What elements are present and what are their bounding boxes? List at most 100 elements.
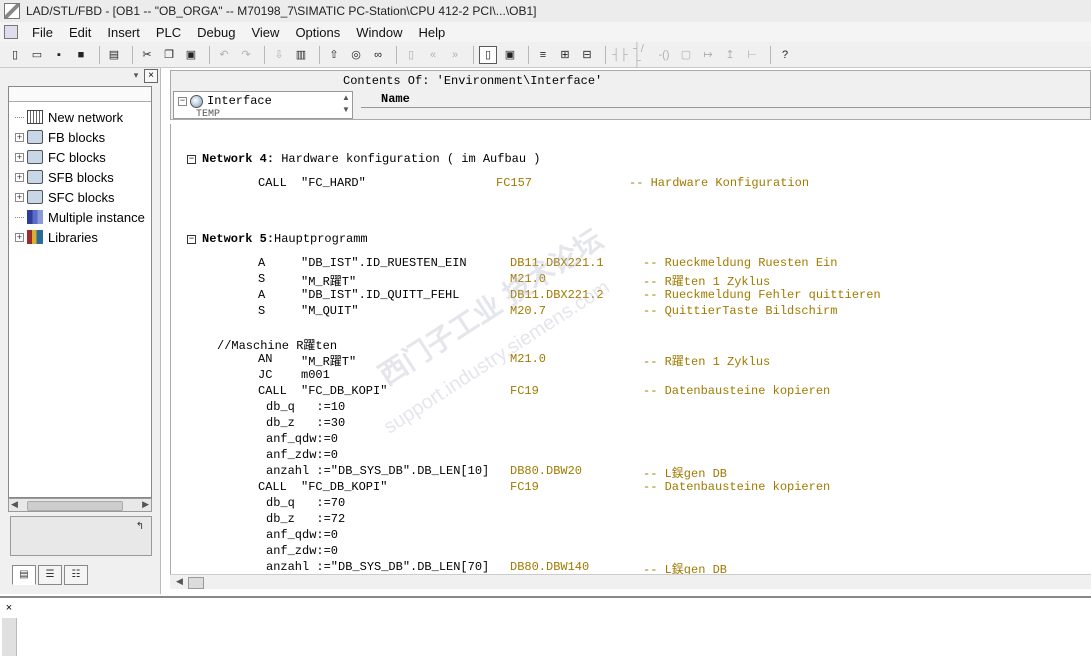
stl-operand: "DB_IST".ID_RUESTEN_EIN (301, 256, 467, 270)
interface-table-header: Name (361, 91, 1091, 108)
branch-end-icon[interactable]: ⊢ (743, 46, 761, 64)
ladder-icon[interactable]: ≡ (534, 46, 552, 64)
collapse-icon[interactable]: − (187, 154, 196, 164)
stl-comment: -- R躍ten 1 Zyklus (643, 275, 771, 289)
stl-address: M20.7 (510, 304, 547, 318)
save-icon[interactable]: ■ (72, 46, 90, 64)
menu-view[interactable]: View (243, 25, 287, 40)
tree-line (15, 116, 24, 118)
scroll-right-icon[interactable]: ▶ (142, 499, 149, 510)
toolbar-separator (264, 45, 265, 64)
interface-root[interactable]: − Interface (178, 94, 272, 108)
code-editor[interactable]: − Network 4 : Hardware konfiguration ( i… (170, 124, 1091, 574)
menu-help[interactable]: Help (411, 25, 454, 40)
tree-horizontal-scrollbar[interactable]: ◀ ▶ (8, 498, 152, 512)
menu-edit[interactable]: Edit (61, 25, 99, 40)
coil-icon[interactable]: -() (655, 46, 673, 64)
prev-network-icon[interactable]: « (424, 46, 442, 64)
glasses-icon[interactable]: ∞ (369, 46, 387, 64)
function-icon[interactable]: ⊟ (578, 46, 596, 64)
stl-comment: -- R躍ten 1 Zyklus (643, 355, 771, 369)
menu-options[interactable]: Options (287, 25, 348, 40)
tree-item-fc-blocks[interactable]: + FC blocks (15, 147, 106, 167)
paste-icon[interactable]: ▣ (182, 46, 200, 64)
tree-item-libraries[interactable]: + Libraries (15, 227, 98, 247)
close-icon[interactable]: × (144, 69, 158, 83)
tab-call-structure[interactable]: ☰ (38, 565, 62, 585)
scroll-thumb[interactable] (188, 577, 204, 589)
tree-item-multiple-instance[interactable]: Multiple instance (15, 207, 145, 227)
stl-address: DB80.DBW140 (510, 560, 590, 574)
undo-icon[interactable]: ↶ (215, 46, 233, 64)
help-icon[interactable]: ? (776, 46, 794, 64)
insert-network-icon[interactable]: ▯ (402, 46, 420, 64)
info-toggle-icon[interactable]: ↰ (131, 519, 149, 535)
menu-file[interactable]: File (24, 25, 61, 40)
box-icon[interactable]: ▢ (677, 46, 695, 64)
menu-debug[interactable]: Debug (189, 25, 243, 40)
redo-icon[interactable]: ↷ (237, 46, 255, 64)
stl-operand: "DB_IST".ID_QUITT_FEHL (301, 288, 460, 302)
column-name[interactable]: Name (381, 92, 410, 106)
contact-nc-icon[interactable]: ┤/├ (633, 43, 651, 67)
open-branch-icon[interactable]: ↦ (699, 46, 717, 64)
open-icon[interactable]: ▭ (28, 46, 46, 64)
stl-line-comment: //Maschine R躍ten (217, 339, 338, 353)
collapse-icon[interactable]: − (178, 96, 187, 106)
output-pane: × (0, 596, 1091, 658)
scroll-left-icon[interactable]: ◀ (176, 576, 183, 587)
interface-temp[interactable]: TEMP (196, 109, 220, 120)
overview-icon[interactable]: ▯ (479, 45, 497, 64)
close-icon[interactable]: × (3, 602, 15, 614)
expand-icon[interactable]: + (15, 132, 24, 142)
tab-program-elements[interactable]: ▤ (12, 565, 36, 585)
tree-header (9, 87, 151, 102)
branch-icon[interactable]: ⊞ (556, 46, 574, 64)
output-side-bar (2, 618, 17, 656)
expand-icon[interactable]: + (15, 152, 24, 162)
expand-icon[interactable]: + (15, 232, 24, 242)
network-5-header[interactable]: − Network 5 : Hauptprogramm (187, 232, 368, 246)
network-4-header[interactable]: − Network 4 : Hardware konfiguration ( i… (187, 152, 540, 166)
stl-op: S (258, 272, 266, 286)
print-icon[interactable]: ▤ (105, 46, 123, 64)
stl-operand: "M_QUIT" (301, 304, 359, 318)
interface-label: Interface (207, 94, 272, 108)
scroll-left-icon[interactable]: ◀ (11, 499, 18, 510)
module-info-icon[interactable]: ▥ (292, 46, 310, 64)
scroll-thumb[interactable] (27, 501, 123, 511)
interface-pane: Contents Of: 'Environment\Interface' − I… (170, 70, 1091, 120)
document-icon[interactable] (4, 25, 18, 39)
app-icon (4, 3, 20, 19)
toolbar-separator (396, 45, 397, 64)
menu-plc[interactable]: PLC (148, 25, 189, 40)
close-branch-icon[interactable]: ↥ (721, 46, 739, 64)
expand-icon[interactable]: + (15, 172, 24, 182)
tree-item-sfc-blocks[interactable]: + SFC blocks (15, 187, 114, 207)
contact-no-icon[interactable]: ┤├ (611, 46, 629, 64)
new-icon[interactable]: ▯ (6, 46, 24, 64)
stl-operand: "FC_DB_KOPI" (301, 384, 388, 398)
detail-icon[interactable]: ▣ (501, 46, 519, 64)
expand-icon[interactable]: + (15, 192, 24, 202)
copy-icon[interactable]: ❐ (160, 46, 178, 64)
tree-item-sfb-blocks[interactable]: + SFB blocks (15, 167, 114, 187)
stl-operand: "FC_HARD" (301, 176, 366, 190)
network-title: Hauptprogramm (274, 232, 368, 246)
monitor-icon[interactable]: ◎ (347, 46, 365, 64)
load-icon-2[interactable]: ⇧ (325, 46, 343, 64)
sfc-block-icon (27, 190, 43, 204)
pin-icon[interactable]: ▾ (130, 69, 142, 81)
menu-window[interactable]: Window (348, 25, 410, 40)
cut-icon[interactable]: ✂ (138, 46, 156, 64)
tree-item-fb-blocks[interactable]: + FB blocks (15, 127, 105, 147)
menu-insert[interactable]: Insert (99, 25, 148, 40)
accessible-nodes-icon[interactable]: ▪ (50, 46, 68, 64)
interface-scrollbar[interactable]: ▲ ▼ (340, 92, 352, 118)
tab-list[interactable]: ☷ (64, 565, 88, 585)
load-icon[interactable]: ⇩ (270, 46, 288, 64)
collapse-icon[interactable]: − (187, 234, 196, 244)
tree-item-new-network[interactable]: New network (15, 107, 123, 127)
next-network-icon[interactable]: » (446, 46, 464, 64)
editor-horizontal-scrollbar[interactable]: ◀ (170, 574, 1091, 589)
